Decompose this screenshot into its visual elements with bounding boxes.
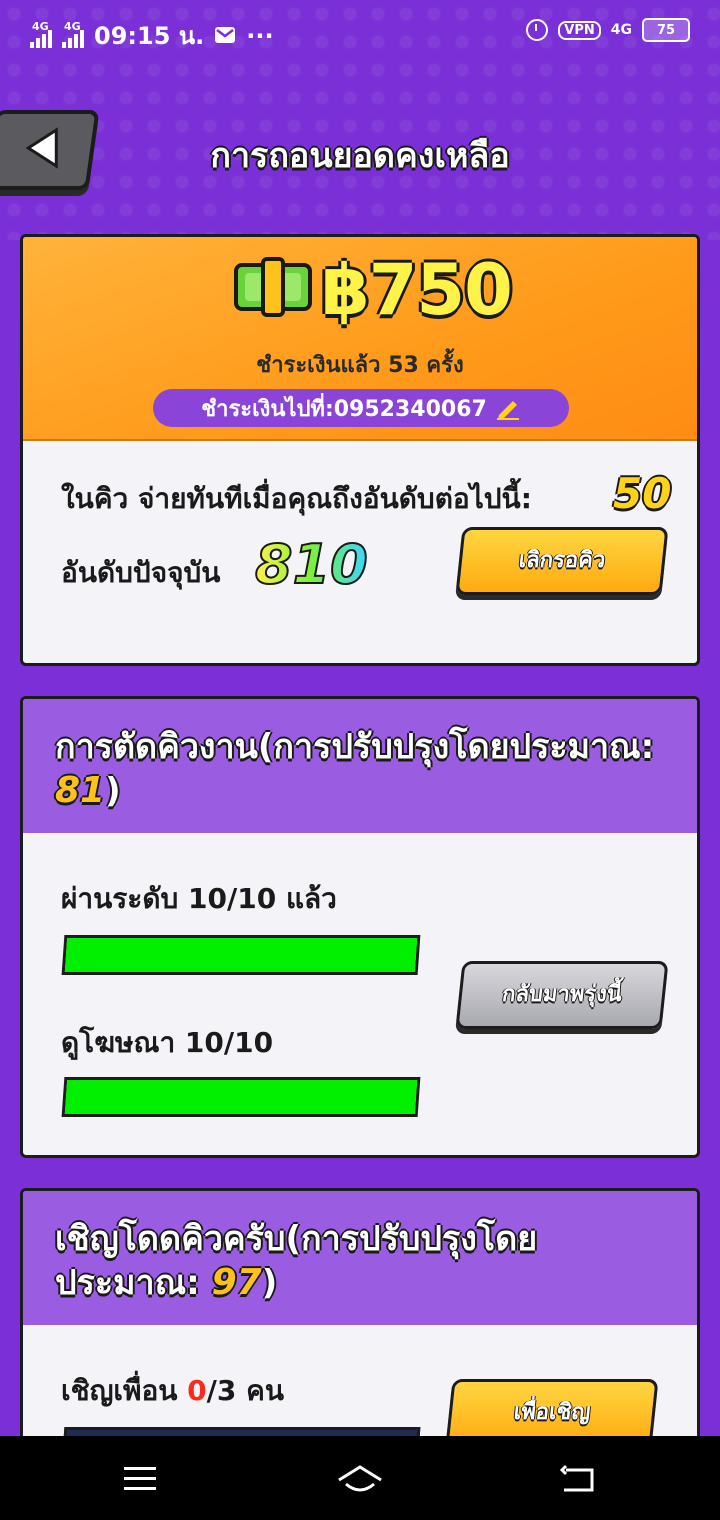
balance-amount: ฿750 (321, 249, 513, 331)
task-ads-label: ดูโฆษณา 10/10 (61, 1026, 274, 1059)
vpn-badge: VPN (558, 20, 601, 40)
status-time: 09:15 น. (94, 22, 205, 50)
skip-queue-title: การตัดคิวงาน(การปรับปรุงโดยประมาณ: 81) (23, 699, 697, 833)
task-levels-label: ผ่านระดับ 10/10 แล้ว (61, 882, 337, 915)
invite-title-text: เชิญโดดคิวครับ(การปรับปรุงโดยประมาณ: (55, 1219, 538, 1303)
payment-account-text: ชำระเงินไปที่:0952340067 (201, 396, 487, 422)
come-back-tomorrow-button[interactable]: กลับมาพรุ่งนี้ (455, 961, 669, 1029)
network-type-label: 4G (64, 19, 81, 33)
close-paren: ) (261, 1263, 278, 1303)
network-type-label: 4G (32, 19, 49, 33)
skip-queue-title-text: การตัดคิวงาน(การปรับปรุงโดยประมาณ: (55, 727, 655, 767)
home-icon (338, 1465, 382, 1492)
menu-icon (124, 1467, 156, 1490)
cancel-queue-button[interactable]: เลิกรอคิว (455, 527, 669, 595)
back-nav-icon (559, 1464, 594, 1492)
current-rank-label: อันดับปัจจุบัน (61, 556, 221, 589)
cash-icon (234, 257, 312, 317)
network-4g-label: 4G (610, 22, 632, 38)
status-bar: 4G 4G 09:15 น. ··· VPN 4G 75 (0, 0, 720, 64)
home-button[interactable] (336, 1464, 384, 1498)
skip-queue-card: การตัดคิวงาน(การปรับปรุงโดยประมาณ: 81) ผ… (20, 696, 700, 1158)
close-paren: ) (105, 771, 121, 811)
cancel-queue-label: เลิกรอคิว (517, 548, 607, 574)
invite-estimate-number: 97 (211, 1262, 262, 1303)
paid-count: ชำระเงินแล้ว 53 ครั้ง (256, 353, 464, 378)
current-rank-number: 810 (254, 532, 369, 597)
task-levels-progress (61, 935, 421, 975)
invite-label-prefix: เชิญเพื่อน (61, 1374, 188, 1407)
queue-target-number: 50 (613, 469, 672, 518)
balance-header: ฿750 ชำระเงินแล้ว 53 ครั้ง ชำระเงินไปที่… (23, 237, 697, 441)
invite-button-label: เพื่อเชิญ (512, 1400, 592, 1426)
signal-icon: 4G (62, 20, 84, 48)
task-ads-progress (61, 1077, 421, 1117)
invite-friends-label: เชิญเพื่อน 0/3 คน (61, 1369, 284, 1413)
queue-info: ในคิว จ่ายทันทีเมื่อคุณถึงอันดับต่อไปนี้… (61, 482, 532, 515)
mail-icon (214, 22, 236, 50)
balance-card: ฿750 ชำระเงินแล้ว 53 ครั้ง ชำระเงินไปที่… (20, 234, 700, 666)
back-nav-button[interactable] (559, 1464, 598, 1498)
menu-button[interactable] (122, 1464, 158, 1496)
page-title: การถอนยอดคงเหลือ (210, 136, 510, 176)
signal-icon: 4G (30, 20, 52, 48)
progress-fill (64, 1080, 418, 1114)
progress-fill (64, 938, 418, 972)
skip-estimate-number: 81 (55, 770, 106, 811)
invite-count: 0 (187, 1374, 207, 1407)
more-icon: ··· (246, 21, 274, 50)
edit-icon (496, 401, 519, 420)
navigation-bar (0, 1436, 720, 1520)
payment-account-button[interactable]: ชำระเงินไปที่:0952340067 (153, 389, 569, 427)
come-back-label: กลับมาพรุ่งนี้ (500, 982, 624, 1008)
battery-icon: 75 (642, 18, 690, 42)
alarm-icon (526, 19, 549, 41)
invite-title: เชิญโดดคิวครับ(การปรับปรุงโดยประมาณ: 97) (23, 1191, 697, 1325)
invite-label-suffix: /3 คน (206, 1374, 284, 1407)
battery-level: 75 (656, 22, 676, 38)
